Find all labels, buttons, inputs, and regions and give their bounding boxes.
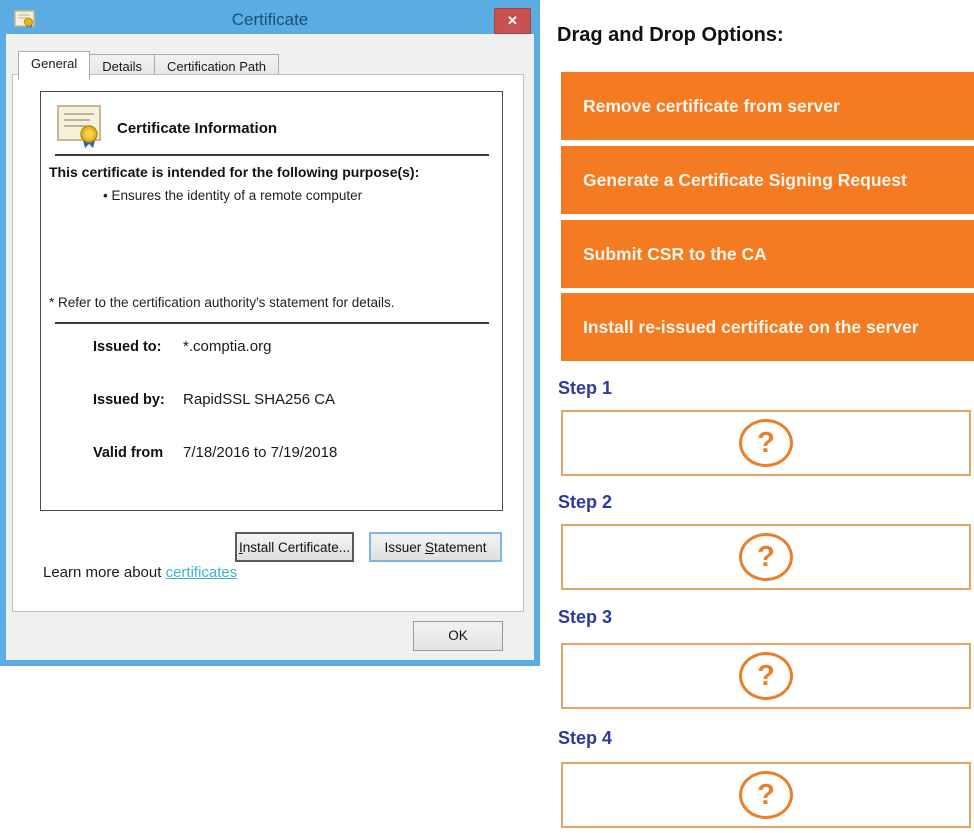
dialog-titlebar[interactable]: Certificate ✕	[6, 6, 534, 34]
install-certificate-button[interactable]: Install Certificate...	[235, 532, 354, 562]
purpose-heading: This certificate is intended for the fol…	[49, 164, 419, 180]
step-3-dropzone[interactable]: ?	[561, 643, 971, 709]
question-mark-icon: ?	[739, 419, 793, 467]
divider	[55, 154, 489, 156]
issued-by-value: RapidSSL SHA256 CA	[183, 391, 335, 408]
valid-from-value: 7/18/2016 to 7/19/2018	[183, 444, 337, 461]
issuer-statement-button[interactable]: Issuer Statement	[369, 532, 502, 562]
question-mark-icon: ?	[739, 771, 793, 819]
option-remove-certificate[interactable]: Remove certificate from server	[561, 72, 974, 140]
issued-by-label: Issued by:	[93, 392, 179, 408]
purpose-item: • Ensures the identity of a remote compu…	[103, 188, 362, 203]
issued-to-row: Issued to: *.comptia.org	[93, 338, 271, 355]
step-2-dropzone[interactable]: ?	[561, 524, 971, 590]
step-1-label: Step 1	[558, 378, 612, 399]
step-1-dropzone[interactable]: ?	[561, 410, 971, 476]
general-tab-page: Certificate Information This certificate…	[12, 74, 524, 612]
issued-by-row: Issued by: RapidSSL SHA256 CA	[93, 391, 335, 408]
certificate-dialog: Certificate ✕ General Details Certificat…	[0, 0, 540, 666]
drag-drop-heading: Drag and Drop Options:	[557, 24, 784, 47]
step-4-label: Step 4	[558, 728, 612, 749]
certificate-info-box: Certificate Information This certificate…	[40, 91, 503, 511]
dialog-title: Certificate	[6, 6, 534, 34]
step-4-dropzone[interactable]: ?	[561, 762, 971, 828]
divider	[55, 322, 489, 324]
certificates-link[interactable]: certificates	[166, 564, 238, 581]
question-mark-icon: ?	[739, 652, 793, 700]
certificate-seal-icon	[56, 104, 104, 155]
learn-more-text: Learn more about certificates	[43, 564, 237, 581]
option-generate-csr[interactable]: Generate a Certificate Signing Request	[561, 146, 974, 214]
close-icon[interactable]: ✕	[494, 8, 531, 34]
ok-button[interactable]: OK	[413, 621, 503, 651]
option-install-reissued[interactable]: Install re-issued certificate on the ser…	[561, 293, 974, 361]
issued-to-label: Issued to:	[93, 339, 179, 355]
option-submit-csr[interactable]: Submit CSR to the CA	[561, 220, 974, 288]
valid-from-row: Valid from 7/18/2016 to 7/19/2018	[93, 444, 337, 461]
issued-to-value: *.comptia.org	[183, 338, 271, 355]
step-3-label: Step 3	[558, 607, 612, 628]
step-2-label: Step 2	[558, 492, 612, 513]
question-mark-icon: ?	[739, 533, 793, 581]
refer-note: * Refer to the certification authority's…	[49, 295, 395, 310]
certificate-info-heading: Certificate Information	[117, 120, 277, 137]
valid-from-label: Valid from	[93, 445, 179, 461]
tab-general[interactable]: General	[18, 51, 90, 80]
